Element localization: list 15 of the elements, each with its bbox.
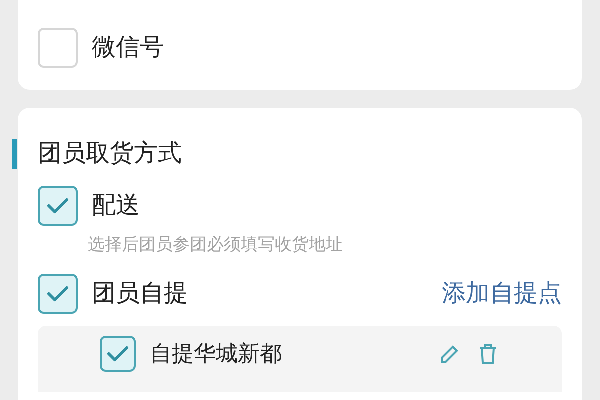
option-label: 配送 [92, 191, 141, 221]
pickup-point-name: 自提华城新都 [150, 340, 283, 368]
check-icon [47, 197, 69, 215]
section-marker [12, 139, 17, 169]
add-pickup-link[interactable]: 添加自提点 [442, 276, 562, 312]
check-icon [107, 344, 129, 362]
section-title: 团员取货方式 [38, 139, 182, 169]
checkbox[interactable] [100, 336, 136, 372]
checkbox[interactable] [38, 28, 78, 68]
checkbox[interactable] [38, 186, 78, 226]
checkbox[interactable] [38, 274, 78, 314]
check-icon [47, 284, 69, 302]
option-label: 团员自提 [92, 278, 189, 308]
hint-text: 选择后团员参团必须填写收货地址 [88, 234, 344, 256]
option-label: 微信号 [92, 33, 164, 63]
